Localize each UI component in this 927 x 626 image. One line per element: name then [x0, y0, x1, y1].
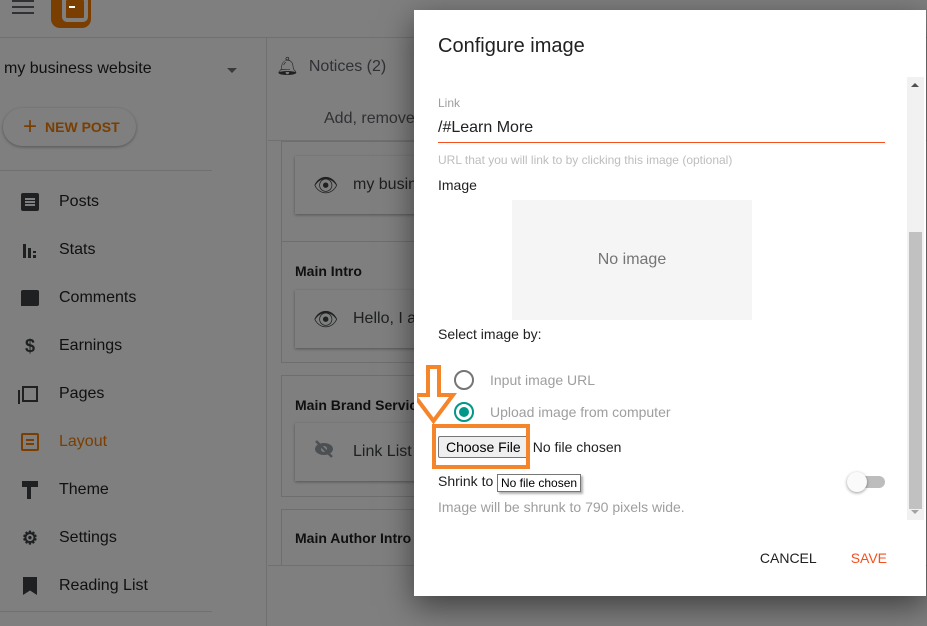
radio-upload-from-computer[interactable]: Upload image from computer — [454, 402, 671, 422]
scroll-down-arrow-icon[interactable] — [911, 510, 919, 514]
no-image-text: No image — [597, 251, 667, 268]
radio-label: Upload image from computer — [490, 404, 671, 420]
select-image-by-label: Select image by: — [438, 326, 542, 342]
radio-button-checked[interactable] — [454, 402, 474, 422]
shrink-label: Shrink to — [438, 473, 494, 489]
scrollbar-thumb[interactable] — [909, 232, 922, 509]
shrink-toggle[interactable] — [847, 472, 885, 492]
image-preview: No image — [512, 200, 752, 320]
annotation-arrow-icon — [417, 365, 457, 425]
radio-label: Input image URL — [490, 372, 596, 388]
save-button[interactable]: SAVE — [851, 550, 887, 566]
image-label: Image — [438, 177, 477, 193]
file-status: No file chosen — [532, 439, 622, 455]
radio-button[interactable] — [454, 370, 474, 390]
cancel-button[interactable]: CANCEL — [760, 550, 817, 566]
annotation-highlight-box — [432, 424, 530, 469]
dialog-title: Configure image — [438, 35, 585, 57]
toggle-thumb — [847, 472, 867, 492]
link-helper-text: URL that you will link to by clicking th… — [438, 153, 733, 167]
dialog-actions: CANCEL SAVE — [760, 550, 926, 566]
dialog-scrollbar[interactable] — [907, 77, 924, 520]
configure-image-dialog: Configure image Link URL that you will l… — [414, 10, 926, 596]
radio-input-image-url[interactable]: Input image URL — [454, 370, 595, 390]
link-input[interactable] — [438, 113, 885, 143]
shrink-helper-text: Image will be shrunk to 790 pixels wide. — [438, 499, 685, 515]
link-label: Link — [438, 96, 461, 110]
tooltip: No file chosen — [497, 474, 582, 492]
scroll-up-arrow-icon[interactable] — [911, 83, 919, 87]
